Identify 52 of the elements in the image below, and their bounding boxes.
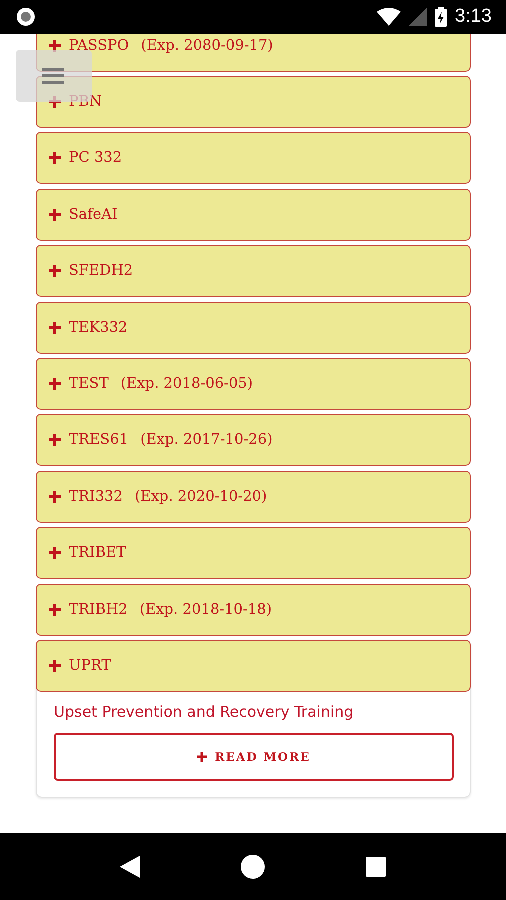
course-name: PASSPO <box>69 38 130 54</box>
expiry-date: (Exp. 2020-10-20) <box>135 488 268 505</box>
home-icon[interactable] <box>240 854 265 878</box>
course-name: TRIBH2 <box>69 602 128 618</box>
menu-icon <box>42 68 64 84</box>
wifi-icon <box>377 8 402 26</box>
course-header[interactable]: SafeAI <box>36 188 471 241</box>
plus-icon <box>49 40 61 52</box>
read-more-button[interactable]: READ MORE <box>54 732 454 781</box>
signal-icon <box>409 8 428 26</box>
expiry-date: (Exp. 2018-06-05) <box>120 376 254 392</box>
plus-icon <box>49 265 61 278</box>
course-name: TEST <box>69 376 109 392</box>
plus-icon <box>49 322 61 334</box>
course-header[interactable]: SFEDH2 <box>36 245 471 298</box>
course-header[interactable]: TRIBET <box>36 527 471 580</box>
course-name: PBN <box>69 94 102 110</box>
course-description: Upset Prevention and Recovery Training <box>54 702 355 721</box>
course-name: TRES61 <box>69 432 129 448</box>
course-header[interactable]: TRI332 (Exp. 2020-10-20) <box>36 470 471 523</box>
course-name: TRI332 <box>69 488 123 505</box>
back-icon[interactable] <box>120 856 140 878</box>
course-header[interactable]: TRIBH2 (Exp. 2018-10-18) <box>36 584 471 636</box>
battery-icon <box>435 7 448 27</box>
course-header[interactable]: PASSPO (Exp. 2080-09-17) <box>36 34 471 72</box>
plus-icon <box>49 604 61 616</box>
course-header[interactable]: TRES61 (Exp. 2017-10-26) <box>36 414 471 466</box>
course-header[interactable]: TEK332 <box>36 302 471 354</box>
course-name: TRIBET <box>69 545 126 562</box>
plus-icon <box>49 547 61 560</box>
course-header[interactable]: PBN <box>36 76 471 128</box>
course-name: PC 332 <box>69 150 122 166</box>
plus-icon <box>49 660 61 672</box>
recents-icon[interactable] <box>366 856 386 876</box>
expiry-date: (Exp. 2080-09-17) <box>141 38 274 54</box>
plus-icon <box>197 752 208 762</box>
plus-icon <box>49 490 61 503</box>
course-header[interactable]: TEST (Exp. 2018-06-05) <box>36 358 471 410</box>
expiry-date: (Exp. 2017-10-26) <box>140 432 273 448</box>
plus-icon <box>49 378 61 390</box>
expiry-date: (Exp. 2018-10-18) <box>140 602 272 618</box>
plus-icon <box>49 434 61 446</box>
course-name: SFEDH2 <box>69 263 134 280</box>
clock-time: 3:13 <box>455 6 492 28</box>
course-name: SafeAI <box>69 206 118 223</box>
course-name: TEK332 <box>69 320 128 336</box>
plus-icon <box>49 208 61 221</box>
notification-icon <box>16 7 36 27</box>
plus-icon <box>49 152 61 164</box>
course-header[interactable]: PC 332 <box>36 132 471 184</box>
course-name: UPRT <box>69 658 112 674</box>
course-header[interactable]: UPRT <box>36 640 471 692</box>
